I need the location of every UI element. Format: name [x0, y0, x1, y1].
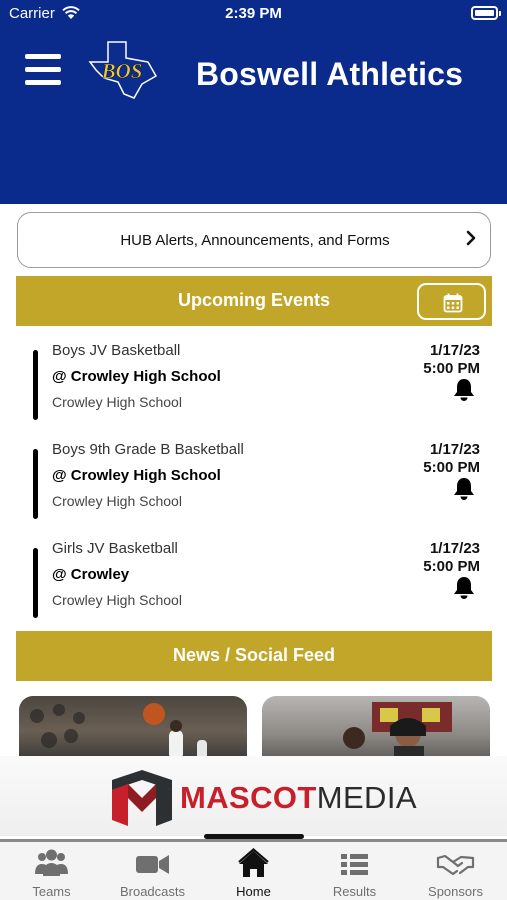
event-date: 1/17/23 [429, 441, 480, 458]
news-feed-title: News / Social Feed [172, 645, 336, 665]
event-item[interactable]: Boys JV Basketball @ Crowley High School… [0, 342, 507, 422]
mascot-media-logo [112, 770, 172, 826]
bell-icon[interactable] [453, 378, 475, 401]
status-bar: Carrier 2:39 PM [0, 0, 507, 28]
event-time: 5:00 PM [423, 360, 480, 377]
event-item[interactable]: Boys 9th Grade B Basketball @ Crowley Hi… [0, 441, 507, 521]
event-divider [33, 548, 38, 618]
event-date: 1/17/23 [429, 540, 480, 557]
battery-icon [471, 6, 501, 20]
chevron-right-icon [466, 230, 476, 246]
news-feed-header: News / Social Feed [16, 631, 492, 681]
event-opponent: @ Crowley [52, 566, 130, 583]
app-header: Carrier 2:39 PM BOS Boswell Athletics [0, 0, 507, 204]
news-card[interactable] [262, 696, 490, 760]
event-time: 5:00 PM [423, 459, 480, 476]
event-venue: Crowley High School [52, 394, 182, 410]
bell-icon[interactable] [453, 477, 475, 500]
sponsor-name-part1: MASCOT [180, 780, 317, 815]
tab-label: Sponsors [428, 884, 483, 899]
news-photo [343, 702, 452, 760]
event-opponent: @ Crowley High School [52, 368, 221, 385]
page-title: Boswell Athletics [196, 56, 464, 92]
list-icon [341, 854, 368, 875]
video-camera-icon [136, 855, 169, 874]
news-photo [30, 703, 207, 760]
tab-label: Home [236, 884, 271, 899]
hub-alerts-link[interactable]: HUB Alerts, Announcements, and Forms [17, 212, 491, 268]
tab-label: Results [332, 884, 377, 899]
tab-label: Teams [32, 884, 71, 899]
tab-results[interactable]: Results [304, 842, 405, 900]
school-logo: BOS [88, 41, 158, 99]
event-sport: Girls JV Basketball [52, 540, 178, 557]
calendar-icon [443, 293, 463, 313]
svg-text:BOS: BOS [101, 59, 143, 83]
event-divider [33, 449, 38, 519]
bell-icon[interactable] [453, 576, 475, 599]
home-icon [238, 848, 269, 877]
event-time: 5:00 PM [423, 558, 480, 575]
tab-home[interactable]: Home [203, 842, 304, 900]
event-item[interactable]: Girls JV Basketball @ Crowley Crowley Hi… [0, 540, 507, 620]
tab-bar: Teams Broadcasts Home Results Sponsors [0, 842, 507, 900]
tab-label: Broadcasts [119, 884, 186, 899]
hub-alerts-label: HUB Alerts, Announcements, and Forms [120, 232, 390, 249]
tab-sponsors[interactable]: Sponsors [405, 842, 506, 900]
event-venue: Crowley High School [52, 592, 182, 608]
sponsor-name: MASCOTMEDIA [180, 780, 417, 816]
upcoming-events-header: Upcoming Events [16, 276, 492, 326]
event-sport: Boys JV Basketball [52, 342, 181, 359]
sponsor-name-part2: MEDIA [316, 780, 417, 815]
event-venue: Crowley High School [52, 493, 182, 509]
tab-teams[interactable]: Teams [1, 842, 102, 900]
clock: 2:39 PM [225, 5, 282, 22]
sponsor-banner[interactable]: MASCOTMEDIA [0, 756, 507, 836]
event-date: 1/17/23 [429, 342, 480, 359]
event-sport: Boys 9th Grade B Basketball [52, 441, 244, 458]
news-card[interactable] [19, 696, 247, 760]
menu-button[interactable] [25, 54, 61, 86]
event-divider [33, 350, 38, 420]
calendar-button[interactable] [417, 283, 486, 320]
handshake-icon [436, 854, 475, 876]
tab-broadcasts[interactable]: Broadcasts [102, 842, 203, 900]
event-opponent: @ Crowley High School [52, 467, 221, 484]
people-icon [35, 849, 68, 876]
